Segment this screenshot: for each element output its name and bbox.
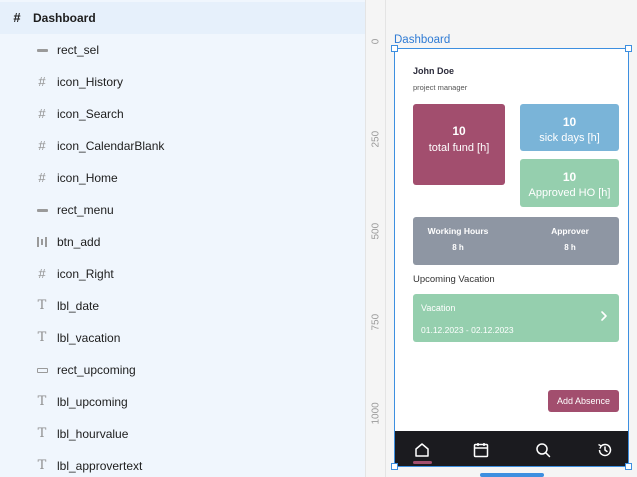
text-icon: T xyxy=(37,298,47,313)
frame-icon: # xyxy=(38,266,46,281)
sick-days-caption: sick days [h] xyxy=(539,132,600,144)
resize-handle[interactable] xyxy=(391,45,398,52)
history-icon[interactable] xyxy=(594,440,616,460)
user-name: John Doe xyxy=(413,66,455,76)
layer-label: icon_CalendarBlank xyxy=(57,139,165,153)
layer-label: rect_sel xyxy=(57,43,100,57)
layer-row[interactable]: rect_menu xyxy=(0,194,365,226)
total-fund-card[interactable]: 10 total fund [h] xyxy=(413,104,505,185)
layer-row-dashboard[interactable]: # Dashboard xyxy=(0,2,365,34)
working-hours-card[interactable]: Working Hours 8 h Approver 8 h xyxy=(413,217,619,265)
frame-icon: # xyxy=(38,138,46,153)
ruler-tick: 750 xyxy=(370,313,382,331)
layer-label: icon_Right xyxy=(57,267,114,281)
resize-handle[interactable] xyxy=(391,463,398,470)
approved-ho-value: 10 xyxy=(562,170,577,184)
layers-panel: # Dashboard rect_sel # icon_History # ic… xyxy=(0,0,365,477)
ruler-tick: 1000 xyxy=(370,402,382,425)
ruler-tick: 250 xyxy=(370,130,382,148)
vertical-ruler: 0 250 500 750 1000 xyxy=(365,0,386,477)
text-icon: T xyxy=(37,426,47,441)
total-fund-value: 10 xyxy=(452,124,466,138)
search-icon[interactable] xyxy=(532,440,554,460)
layer-row[interactable]: # icon_Home xyxy=(0,162,365,194)
working-hours-value: 8 h xyxy=(452,243,464,252)
vacation-dates: 01.12.2023 - 02.12.2023 xyxy=(421,325,514,335)
layer-row[interactable]: # icon_History xyxy=(0,66,365,98)
active-tab-indicator xyxy=(413,461,432,464)
sick-days-card[interactable]: 10 sick days [h] xyxy=(520,104,619,151)
layer-label: btn_add xyxy=(57,235,101,249)
approved-ho-card[interactable]: 10 Approved HO [h] xyxy=(520,159,619,207)
layer-label: lbl_hourvalue xyxy=(57,427,129,441)
layer-label: lbl_vacation xyxy=(57,331,121,345)
text-icon: T xyxy=(37,330,47,345)
text-icon: T xyxy=(37,458,47,473)
upcoming-vacation-label: Upcoming Vacation xyxy=(413,274,495,285)
layer-label: lbl_approvertext xyxy=(57,459,143,473)
selection-size-bar xyxy=(480,473,544,477)
frame-icon: # xyxy=(13,10,21,25)
resize-handle[interactable] xyxy=(625,45,632,52)
sick-days-value: 10 xyxy=(562,115,577,129)
layer-label: Dashboard xyxy=(33,11,96,25)
approver-label: Approver xyxy=(551,226,589,236)
layer-label: rect_upcoming xyxy=(57,363,136,377)
frame-icon: # xyxy=(38,106,46,121)
layer-row[interactable]: rect_sel xyxy=(0,34,365,66)
ruler-tick: 0 xyxy=(370,38,382,45)
layer-row[interactable]: T lbl_hourvalue xyxy=(0,418,365,450)
layer-row[interactable]: # icon_Search xyxy=(0,98,365,130)
chevron-right-icon[interactable] xyxy=(599,309,609,325)
calendar-icon[interactable] xyxy=(470,440,492,460)
layer-row[interactable]: btn_add xyxy=(0,226,365,258)
layer-label: icon_Search xyxy=(57,107,124,121)
vacation-card[interactable]: Vacation 01.12.2023 - 02.12.2023 xyxy=(413,294,619,342)
layer-row[interactable]: # icon_CalendarBlank xyxy=(0,130,365,162)
approver-column: Approver 8 h xyxy=(525,226,615,252)
layer-label: lbl_upcoming xyxy=(57,395,128,409)
user-role: project manager xyxy=(413,83,468,92)
frame-icon: # xyxy=(38,170,46,185)
layer-label: icon_Home xyxy=(57,171,118,185)
layer-label: lbl_date xyxy=(57,299,100,313)
text-icon: T xyxy=(37,394,47,409)
layer-label: icon_History xyxy=(57,75,124,89)
button-icon xyxy=(36,236,48,248)
layer-row[interactable]: T lbl_upcoming xyxy=(0,386,365,418)
rect-icon xyxy=(36,44,48,56)
layer-row[interactable]: # icon_Right xyxy=(0,258,365,290)
home-icon[interactable] xyxy=(411,440,433,460)
working-hours-label: Working Hours xyxy=(427,226,489,236)
total-fund-caption: total fund [h] xyxy=(428,142,490,154)
dashboard-frame[interactable]: John Doe project manager 10 total fund [… xyxy=(394,48,629,467)
frame-label[interactable]: Dashboard xyxy=(394,34,450,46)
frame-icon: # xyxy=(38,74,46,89)
approved-ho-caption: Approved HO [h] xyxy=(528,187,611,199)
approver-value: 8 h xyxy=(564,243,576,252)
layer-row[interactable]: rect_upcoming xyxy=(0,354,365,386)
layer-label: rect_menu xyxy=(57,203,114,217)
layer-row[interactable]: T lbl_date xyxy=(0,290,365,322)
layer-row[interactable]: T lbl_vacation xyxy=(0,322,365,354)
rect-outline-icon xyxy=(36,364,48,376)
resize-handle[interactable] xyxy=(625,463,632,470)
ruler-tick: 500 xyxy=(370,222,382,240)
vacation-title: Vacation xyxy=(421,303,456,313)
bottom-tab-bar xyxy=(395,431,628,466)
layer-row[interactable]: T lbl_approvertext xyxy=(0,450,365,477)
add-absence-button[interactable]: Add Absence xyxy=(548,390,619,412)
working-hours-column: Working Hours 8 h xyxy=(413,226,503,252)
rect-icon xyxy=(36,204,48,216)
